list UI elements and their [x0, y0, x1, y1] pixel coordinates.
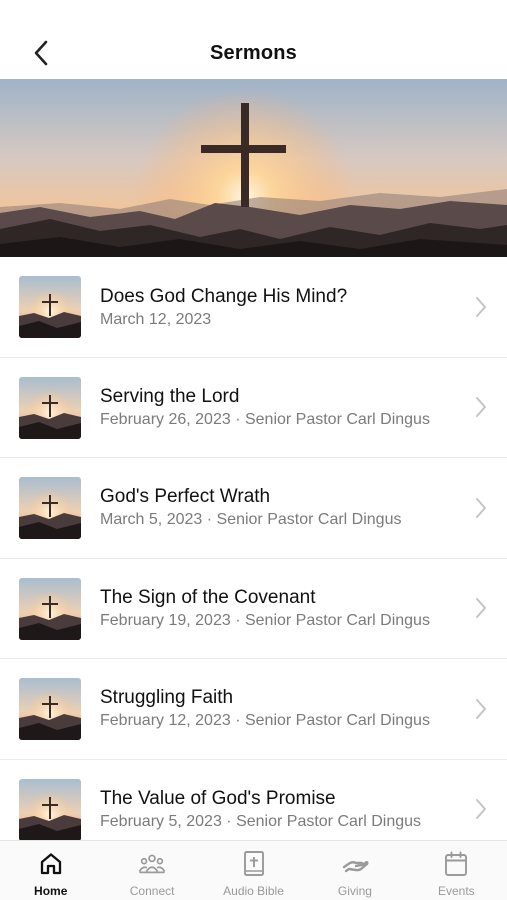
sermon-row[interactable]: Serving the Lord February 26, 2023 · Seni… [0, 357, 507, 458]
sermon-list: Does God Change His Mind? March 12, 2023 S… [0, 257, 507, 840]
sermon-title: Struggling Faith [100, 687, 234, 708]
sermon-title: Serving the Lord [100, 385, 240, 407]
sermon-thumbnail [19, 376, 81, 439]
sermon-subtitle: March 5, 2023 · Senior Pastor Carl Dingu… [100, 511, 402, 528]
sermon-row[interactable]: The Value of God's Promise February 5, 20… [0, 759, 507, 840]
chevron-right-icon [476, 397, 486, 418]
sermon-text: Struggling Faith February 12, 2023 · Seni… [100, 686, 447, 732]
sermon-thumbnail [19, 276, 81, 338]
sermon-row[interactable]: Struggling Faith February 12, 2023 · Seni… [0, 659, 507, 760]
sermon-thumbnail [19, 477, 81, 539]
status-bar [0, 0, 507, 28]
sermon-text: God's Perfect Wrath March 5, 2023 · Senio… [100, 485, 447, 531]
sermon-subtitle: February 19, 2023 · Senior Pastor Carl D… [100, 611, 430, 629]
sermon-thumbnail [19, 678, 81, 740]
tab-giving[interactable]: Giving [304, 841, 405, 900]
tab-audio-bible[interactable]: Audio Bible [203, 841, 304, 900]
back-button[interactable] [26, 38, 56, 68]
sermon-row[interactable]: Does God Change His Mind? March 12, 2023 [0, 257, 507, 358]
giving-hand-icon [341, 850, 369, 878]
sermon-subtitle: March 12, 2023 [100, 311, 212, 328]
chevron-right-icon [476, 799, 486, 820]
sermon-text: Does God Change His Mind? March 12, 2023 [100, 285, 447, 331]
tab-label: Connect [129, 884, 175, 898]
tab-bar: Home Connect Audio Bible Giving Events [0, 840, 507, 900]
calendar-icon [442, 850, 470, 878]
sermon-subtitle: February 12, 2023 · Senior Pastor Carl D… [100, 712, 430, 729]
sermon-thumbnail [19, 577, 81, 640]
home-icon [37, 850, 65, 878]
sermon-row[interactable]: God's Perfect Wrath March 5, 2023 · Senio… [0, 458, 507, 559]
tab-connect[interactable]: Connect [101, 841, 202, 900]
chevron-right-icon [476, 698, 486, 719]
tab-label: Home [34, 884, 68, 898]
people-icon [138, 850, 166, 878]
chevron-right-icon [476, 296, 486, 317]
sermon-row[interactable]: The Sign of the Covenant February 19, 202… [0, 558, 507, 659]
tab-home[interactable]: Home [0, 841, 101, 900]
sermon-text: Serving the Lord February 26, 2023 · Seni… [100, 385, 447, 431]
page-title: Sermons [210, 41, 297, 64]
chevron-right-icon [476, 497, 486, 518]
sermon-title: Does God Change His Mind? [100, 286, 348, 307]
sermon-title: God's Perfect Wrath [100, 486, 271, 507]
tab-events[interactable]: Events [406, 841, 507, 900]
tab-label: Events [437, 884, 475, 898]
sermon-subtitle: February 26, 2023 · Senior Pastor Carl D… [100, 410, 430, 428]
sermon-subtitle: February 5, 2023 · Senior Pastor Carl Di… [100, 812, 422, 830]
tab-label: Audio Bible [223, 884, 284, 898]
sermon-title: The Value of God's Promise [100, 787, 336, 809]
chevron-right-icon [476, 598, 486, 619]
hero-image [0, 79, 507, 257]
sermon-text: The Sign of the Covenant February 19, 202… [100, 586, 447, 632]
chevron-left-icon [34, 40, 48, 66]
sermon-thumbnail [19, 778, 81, 840]
bible-icon [240, 850, 268, 878]
nav-bar: Sermons [0, 28, 507, 78]
sermon-title: The Sign of the Covenant [100, 586, 316, 608]
tab-label: Giving [337, 884, 372, 898]
sermon-text: The Value of God's Promise February 5, 20… [100, 787, 447, 833]
